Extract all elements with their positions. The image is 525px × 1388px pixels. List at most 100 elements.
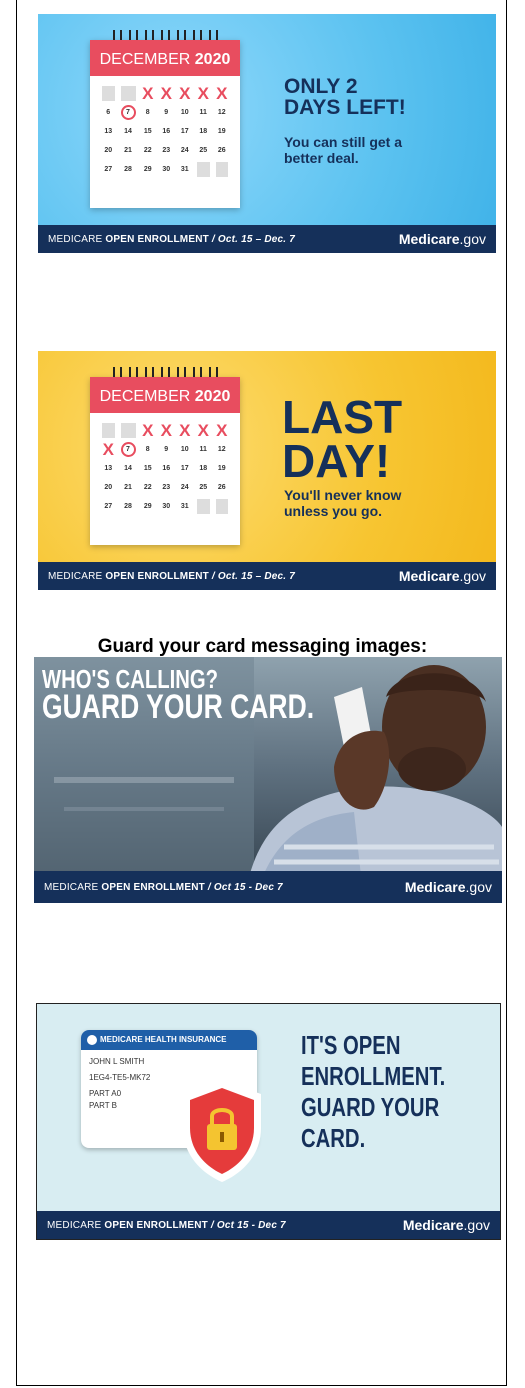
calendar-day <box>102 423 115 438</box>
calendar-day: 31 <box>180 166 189 173</box>
calendar-day <box>102 86 115 101</box>
medicare-gov-logo: Medicare.gov <box>398 231 486 247</box>
banner-footer: MEDICARE OPEN ENROLLMENT / Oct 15 - Dec … <box>37 1211 500 1239</box>
calendar-day: 12 <box>217 446 226 453</box>
calendar-day: 22 <box>143 147 152 154</box>
calendar-day: 8 <box>145 446 150 453</box>
headline: LAST DAY! <box>282 391 403 487</box>
calendar-grid: X X X X X 6 7 8 9 10 11 12 13 14 15 16 1… <box>90 76 240 187</box>
calendar-day: 9 <box>164 446 169 453</box>
section-title: Guard your card messaging images: <box>97 636 428 657</box>
banner-footer: MEDICARE OPEN ENROLLMENT / Oct. 15 – Dec… <box>38 562 496 590</box>
calendar-day: 9 <box>164 109 169 116</box>
medicare-gov-logo: Medicare.gov <box>404 879 492 895</box>
calendar-day: 19 <box>217 465 226 472</box>
calendar-x-mark: X <box>160 421 172 440</box>
calendar-day: 15 <box>143 465 152 472</box>
calendar-day: 8 <box>145 109 150 116</box>
banner-only-2-days-left: DECEMBER 2020 X X X X X 6 7 8 9 10 11 12… <box>38 14 496 253</box>
banner-guard-your-card: MEDICARE HEALTH INSURANCE JOHN L SMITH 1… <box>36 1003 501 1240</box>
calendar-day: 30 <box>162 503 171 510</box>
calendar-day: 11 <box>199 446 207 453</box>
footer-campaign: MEDICARE OPEN ENROLLMENT / Oct 15 - Dec … <box>47 1219 286 1231</box>
footer-campaign: MEDICARE OPEN ENROLLMENT / Oct. 15 – Dec… <box>48 570 296 582</box>
card-header: MEDICARE HEALTH INSURANCE <box>81 1030 257 1050</box>
calendar-day: 13 <box>104 465 113 472</box>
calendar-day <box>120 423 136 438</box>
calendar-day: 15 <box>143 128 152 135</box>
calendar-day: 28 <box>124 503 132 510</box>
calendar-day: 29 <box>143 166 152 173</box>
calendar-graphic: DECEMBER 2020 X X X X X 6 7 8 9 10 11 12… <box>90 30 240 208</box>
headline: ONLY 2 DAYS LEFT! <box>284 75 406 119</box>
headline: WHO'S CALLING? GUARD YOUR CARD. <box>42 664 315 726</box>
calendar-day: 22 <box>143 484 152 491</box>
medicare-logo-icon <box>87 1034 97 1045</box>
subheadline: You'll never know unless you go. <box>284 487 402 519</box>
medicare-gov-logo: Medicare.gov <box>398 568 486 584</box>
calendar-day: 21 <box>124 484 132 491</box>
footer-campaign: MEDICARE OPEN ENROLLMENT / Oct. 15 – Dec… <box>48 233 296 245</box>
calendar-day: 16 <box>162 465 171 472</box>
medicare-gov-logo: Medicare.gov <box>402 1217 490 1233</box>
calendar-day: 18 <box>199 465 208 472</box>
calendar-day: 16 <box>162 128 171 135</box>
calendar-day: 20 <box>104 484 113 491</box>
calendar-x-mark: X <box>216 84 228 103</box>
calendar-day-circled: 7 <box>120 105 136 120</box>
calendar-graphic: DECEMBER 2020 X X X X X X 7 8 9 10 11 12… <box>90 367 240 545</box>
calendar-day: 19 <box>217 128 226 135</box>
card-name: JOHN L SMITH <box>89 1057 145 1066</box>
calendar-day: 25 <box>199 147 208 154</box>
calendar-day: 25 <box>199 484 208 491</box>
calendar-day: 17 <box>180 128 189 135</box>
calendar-x-mark: X <box>160 84 172 103</box>
calendar-day: 13 <box>104 128 113 135</box>
calendar-x-mark: X <box>179 421 191 440</box>
calendar-x-mark: X <box>142 421 154 440</box>
calendar-day <box>215 162 228 177</box>
calendar-day-circled: 7 <box>120 442 136 457</box>
calendar-day: 30 <box>162 166 171 173</box>
subheadline: You can still get a better deal. <box>284 134 402 166</box>
calendar-day: 31 <box>180 503 189 510</box>
calendar-x-mark: X <box>142 84 154 103</box>
calendar-day: 29 <box>143 503 152 510</box>
calendar-day: 14 <box>124 128 132 135</box>
calendar-day: 20 <box>104 147 113 154</box>
calendar-day: 23 <box>162 484 171 491</box>
calendar-x-mark: X <box>216 421 228 440</box>
banner-whos-calling: WHO'S CALLING? GUARD YOUR CARD. MEDICARE… <box>34 657 502 903</box>
footer-campaign: MEDICARE OPEN ENROLLMENT / Oct 15 - Dec … <box>44 881 283 893</box>
calendar-x-mark: X <box>102 440 114 459</box>
calendar-day: 27 <box>104 166 113 173</box>
calendar-day <box>197 499 210 514</box>
banner-last-day: DECEMBER 2020 X X X X X X 7 8 9 10 11 12… <box>38 351 496 590</box>
calendar-day <box>120 86 136 101</box>
calendar-day <box>197 162 210 177</box>
calendar-day: 10 <box>180 109 189 116</box>
calendar-day: 24 <box>180 484 189 491</box>
calendar-day: 26 <box>217 484 226 491</box>
calendar-day: 11 <box>199 109 207 116</box>
calendar-day: 27 <box>104 503 113 510</box>
calendar-month: DECEMBER 2020 <box>90 377 240 413</box>
banner-footer: MEDICARE OPEN ENROLLMENT / Oct 15 - Dec … <box>34 871 502 903</box>
banner-footer: MEDICARE OPEN ENROLLMENT / Oct. 15 – Dec… <box>38 225 496 253</box>
shield-lock-icon <box>183 1080 261 1182</box>
calendar-x-mark: X <box>197 421 209 440</box>
calendar-day: 26 <box>217 147 226 154</box>
calendar-x-mark: X <box>197 84 209 103</box>
calendar-day: 12 <box>217 109 226 116</box>
calendar-day: 18 <box>199 128 208 135</box>
headline: IT'S OPEN ENROLLMENT. GUARD YOUR CARD. <box>301 1030 446 1153</box>
calendar-day: 10 <box>180 446 189 453</box>
calendar-day: 21 <box>124 147 132 154</box>
calendar-day: 17 <box>180 465 189 472</box>
calendar-day: 28 <box>124 166 132 173</box>
calendar-month: DECEMBER 2020 <box>90 40 240 76</box>
calendar-day: 23 <box>162 147 171 154</box>
calendar-grid: X X X X X X 7 8 9 10 11 12 13 14 15 16 1… <box>90 413 240 524</box>
calendar-x-mark: X <box>179 84 191 103</box>
calendar-day: 6 <box>106 109 111 116</box>
